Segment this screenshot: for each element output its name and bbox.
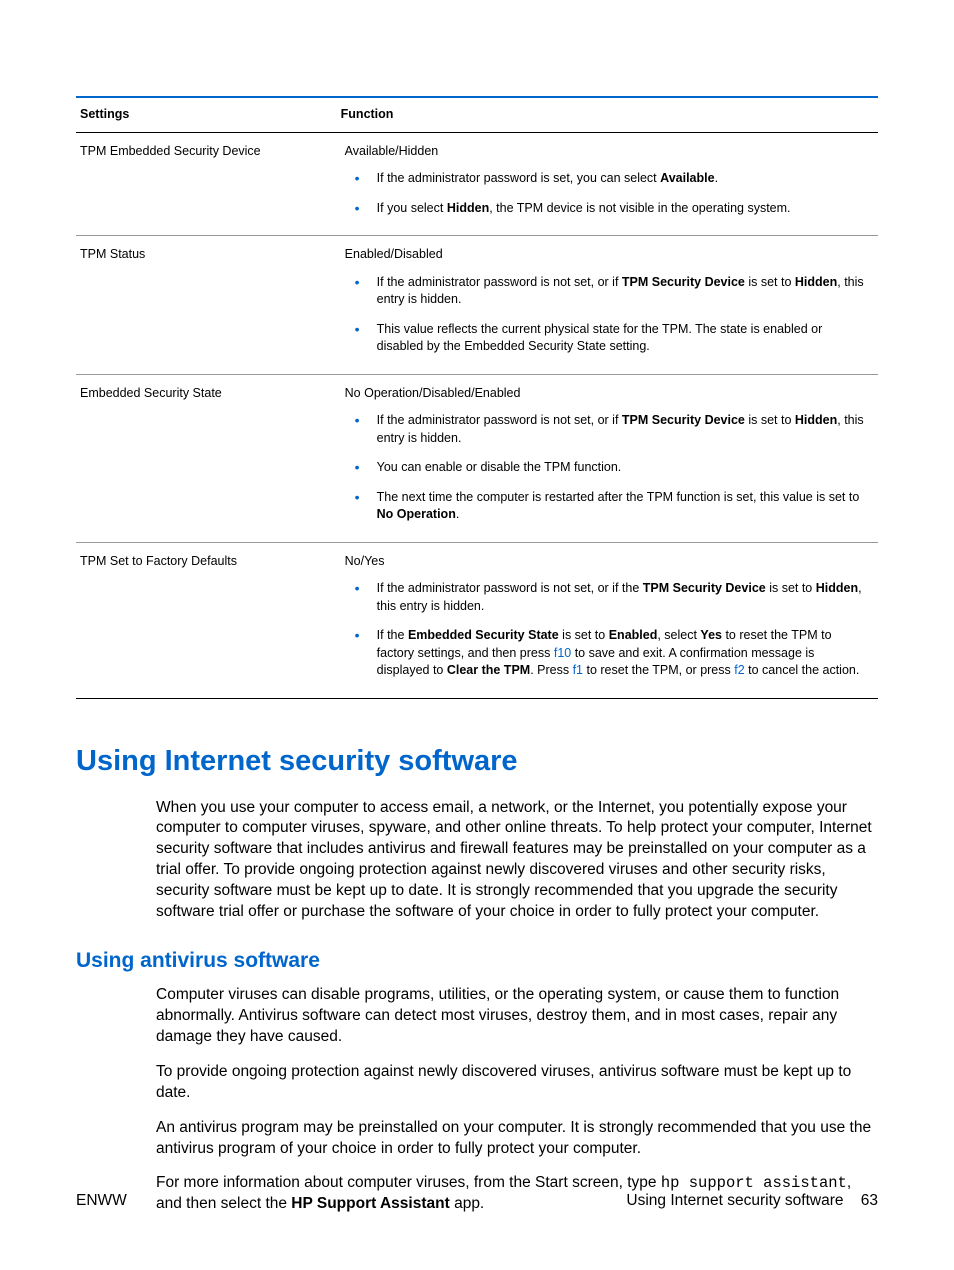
setting-name: TPM Embedded Security Device <box>76 132 341 236</box>
list-item: If the administrator password is not set… <box>355 412 868 447</box>
setting-function: No/Yes If the administrator password is n… <box>341 542 878 698</box>
setting-options: Enabled/Disabled <box>345 246 868 264</box>
bullet-list: If the administrator password is not set… <box>345 412 868 524</box>
paragraph: To provide ongoing protection against ne… <box>156 1062 878 1104</box>
paragraph: When you use your computer to access ema… <box>156 798 878 924</box>
list-item: This value reflects the current physical… <box>355 321 868 356</box>
bullet-list: If the administrator password is set, yo… <box>345 170 868 217</box>
list-item: If the Embedded Security State is set to… <box>355 627 868 680</box>
bullet-list: If the administrator password is not set… <box>345 580 868 680</box>
bullet-list: If the administrator password is not set… <box>345 274 868 356</box>
footer-right: Using Internet security software 63 <box>626 1192 878 1210</box>
setting-function: No Operation/Disabled/Enabled If the admi… <box>341 374 878 542</box>
heading-antivirus: Using antivirus software <box>76 949 878 973</box>
paragraph: Computer viruses can disable programs, u… <box>156 985 878 1048</box>
setting-options: No Operation/Disabled/Enabled <box>345 385 868 403</box>
setting-name: Embedded Security State <box>76 374 341 542</box>
table-row: TPM Set to Factory DefaultsNo/Yes If the … <box>76 542 878 698</box>
page-footer: ENWW Using Internet security software 63 <box>76 1192 878 1210</box>
list-item: The next time the computer is restarted … <box>355 489 868 524</box>
table-row: Embedded Security StateNo Operation/Disa… <box>76 374 878 542</box>
list-item: If the administrator password is not set… <box>355 274 868 309</box>
table-row: TPM Embedded Security DeviceAvailable/Hi… <box>76 132 878 236</box>
footer-left: ENWW <box>76 1192 127 1210</box>
setting-options: No/Yes <box>345 553 868 571</box>
setting-name: TPM Set to Factory Defaults <box>76 542 341 698</box>
table-row: TPM StatusEnabled/Disabled If the adminis… <box>76 236 878 375</box>
list-item: You can enable or disable the TPM functi… <box>355 459 868 477</box>
paragraph: An antivirus program may be preinstalled… <box>156 1118 878 1160</box>
setting-options: Available/Hidden <box>345 143 868 161</box>
setting-function: Enabled/Disabled If the administrator pas… <box>341 236 878 375</box>
heading-internet-security: Using Internet security software <box>76 745 878 778</box>
header-function: Function <box>341 97 878 132</box>
setting-name: TPM Status <box>76 236 341 375</box>
settings-table: Settings Function TPM Embedded Security … <box>76 96 878 699</box>
setting-function: Available/Hidden If the administrator pas… <box>341 132 878 236</box>
list-item: If the administrator password is not set… <box>355 580 868 615</box>
header-settings: Settings <box>76 97 341 132</box>
list-item: If you select Hidden, the TPM device is … <box>355 200 868 218</box>
list-item: If the administrator password is set, yo… <box>355 170 868 188</box>
